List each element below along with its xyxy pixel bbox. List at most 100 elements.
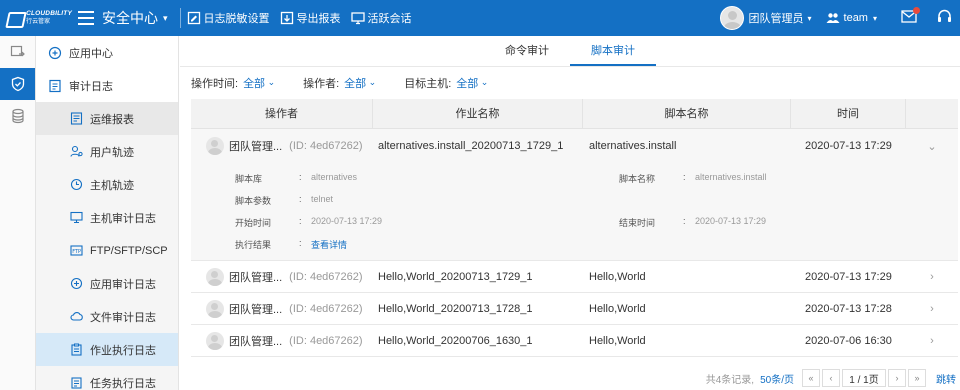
jump-button[interactable]: 跳转 — [936, 371, 956, 386]
logo-text-en: CLOUDBILITY — [26, 9, 72, 17]
operator-id: (ID: 4ed67262) — [289, 270, 363, 283]
filter-operation-time: 操作时间: 全部 — [191, 75, 275, 91]
menu-icon[interactable] — [78, 11, 94, 25]
operator-avatar — [206, 299, 224, 318]
sidebar-item-label: 运维报表 — [90, 113, 134, 126]
expand-chevron-icon[interactable]: › — [906, 271, 958, 283]
operator-name: 团队管理... — [229, 141, 283, 153]
active-sessions-button[interactable]: 活跃会话 — [350, 10, 412, 26]
sidebar-item-file-audit-log[interactable]: 文件审计日志 — [36, 300, 178, 333]
sidebar-item-audit-log[interactable]: 审计日志 — [36, 69, 178, 102]
icon-rail — [0, 36, 36, 390]
monitor-icon — [350, 12, 365, 25]
sidebar-item-user-track[interactable]: 用户轨迹 — [36, 135, 178, 168]
next-page-button[interactable]: › — [888, 369, 906, 387]
app-title[interactable]: 安全中心 — [102, 8, 158, 28]
rail-item-switch[interactable] — [0, 36, 35, 68]
column-header-script-name[interactable]: 脚本名称 — [583, 99, 791, 129]
column-header-time[interactable]: 时间 — [791, 99, 906, 129]
ftp-icon: FTP — [70, 245, 83, 256]
sidebar-item-ops-report[interactable]: 运维报表 — [36, 102, 178, 135]
operator-avatar — [206, 331, 224, 350]
sidebar-item-label: 应用中心 — [69, 47, 113, 60]
task-log-icon — [71, 377, 82, 389]
filter-target-host-dropdown[interactable]: 全部 — [456, 75, 488, 91]
sidebar-item-app-center[interactable]: 应用中心 — [36, 36, 178, 69]
active-sessions-label: 活跃会话 — [367, 13, 412, 25]
team-caret-icon: ▾ — [872, 13, 877, 23]
expand-chevron-icon[interactable]: › — [906, 335, 958, 347]
operator-name: 团队管理... — [229, 335, 283, 348]
page-size-selector[interactable]: 50条/页 — [760, 371, 794, 386]
collapse-chevron-icon[interactable]: ⌄ — [906, 140, 958, 153]
database-icon — [11, 108, 24, 124]
host-track-icon — [70, 178, 83, 191]
column-header-task-name[interactable]: 作业名称 — [373, 99, 583, 129]
operator-avatar — [206, 137, 224, 155]
filter-operator: 操作者: 全部 — [303, 75, 376, 91]
filter-operator-dropdown[interactable]: 全部 — [344, 75, 376, 91]
table-row[interactable]: 团队管理... (ID: 4ed67262) Hello,World_20200… — [191, 293, 958, 325]
detail-exec-result: 执行结果: 查看详情 — [235, 238, 348, 251]
log-masking-settings-button[interactable]: 日志脱敏设置 — [187, 10, 270, 26]
sidebar-item-label: 应用审计日志 — [90, 278, 156, 291]
export-report-label: 导出报表 — [296, 13, 341, 25]
app-switch-icon — [10, 45, 25, 57]
task-name: Hello,World_20200706_1630_1 — [378, 334, 533, 347]
detail-script-params: 脚本参数: telnet — [235, 194, 334, 206]
detail-script-name: 脚本名称: alternatives.install — [619, 172, 767, 184]
job-log-icon — [71, 343, 82, 356]
tab-script-audit[interactable]: 脚本审计 — [570, 36, 656, 66]
column-header-expand — [906, 99, 958, 129]
first-page-button[interactable]: « — [802, 369, 820, 387]
table-row[interactable]: 团队管理... (ID: 4ed67262) Hello,World_20200… — [191, 325, 958, 357]
sidebar-item-label: 主机轨迹 — [90, 179, 134, 192]
detail-end-time: 结束时间:2020-07-13 17:29 — [619, 216, 767, 228]
rail-item-security[interactable] — [0, 68, 35, 100]
exec-time: 2020-07-13 17:28 — [805, 302, 892, 315]
app-switch-caret-icon[interactable]: ▾ — [163, 13, 168, 24]
table-row[interactable]: 团队管理... (ID: 4ed67262) alternatives.inst… — [191, 129, 958, 163]
sidebar: 应用中心 审计日志 运维报表 用户轨迹 主机轨迹 主机审计日志 FTP FTP/… — [36, 36, 179, 390]
app-audit-icon — [70, 277, 83, 290]
prev-page-button[interactable]: ‹ — [822, 369, 840, 387]
report-icon — [70, 112, 83, 125]
task-name: Hello,World_20200713_1728_1 — [378, 302, 533, 315]
user-menu-caret-icon[interactable]: ▾ — [808, 14, 812, 23]
sidebar-item-host-audit-log[interactable]: 主机审计日志 — [36, 201, 178, 234]
view-details-link[interactable]: 查看详情 — [311, 238, 347, 251]
sidebar-item-label: 主机审计日志 — [90, 212, 156, 225]
table-row[interactable]: 团队管理... (ID: 4ed67262) Hello,World_20200… — [191, 261, 958, 293]
task-name: Hello,World_20200713_1729_1 — [378, 270, 533, 283]
operator-id: (ID: 4ed67262) — [289, 302, 363, 315]
filter-label: 操作者: — [303, 78, 340, 90]
sidebar-item-task-exec-log[interactable]: 任务执行日志 — [36, 366, 178, 390]
sidebar-item-label: 文件审计日志 — [90, 311, 156, 324]
export-report-button[interactable]: 导出报表 — [280, 10, 341, 26]
security-shield-icon — [11, 76, 24, 92]
headset-icon — [938, 9, 951, 22]
column-header-operator[interactable]: 操作者 — [191, 99, 373, 129]
operator-id: (ID: 4ed67262) — [289, 334, 363, 347]
filter-target-host: 目标主机: 全部 — [404, 75, 488, 91]
script-audit-table: 操作者 作业名称 脚本名称 时间 团队管理... (ID: 4ed67262) … — [191, 99, 958, 357]
logo[interactable]: CLOUDBILITY 行云管家 — [6, 9, 72, 27]
audit-log-icon — [49, 79, 61, 92]
support-button[interactable] — [937, 9, 952, 27]
svg-text:FTP: FTP — [72, 249, 81, 255]
team-name: team — [843, 12, 868, 24]
last-page-button[interactable]: » — [908, 369, 926, 387]
tab-command-audit[interactable]: 命令审计 — [484, 36, 570, 66]
rail-item-database[interactable] — [0, 100, 35, 132]
sidebar-item-ftp[interactable]: FTP FTP/SFTP/SCP — [36, 234, 178, 267]
sidebar-item-host-track[interactable]: 主机轨迹 — [36, 168, 178, 201]
sidebar-item-app-audit-log[interactable]: 应用审计日志 — [36, 267, 178, 300]
filter-operation-time-dropdown[interactable]: 全部 — [243, 75, 275, 91]
user-name[interactable]: 团队管理员 — [749, 10, 804, 26]
user-avatar[interactable] — [719, 6, 744, 30]
sidebar-item-job-exec-log[interactable]: 作业执行日志 — [36, 333, 178, 366]
team-switcher[interactable]: team ▾ — [826, 12, 877, 24]
shield-edit-icon — [187, 11, 200, 25]
notifications-button[interactable] — [901, 7, 920, 26]
expand-chevron-icon[interactable]: › — [906, 303, 958, 315]
